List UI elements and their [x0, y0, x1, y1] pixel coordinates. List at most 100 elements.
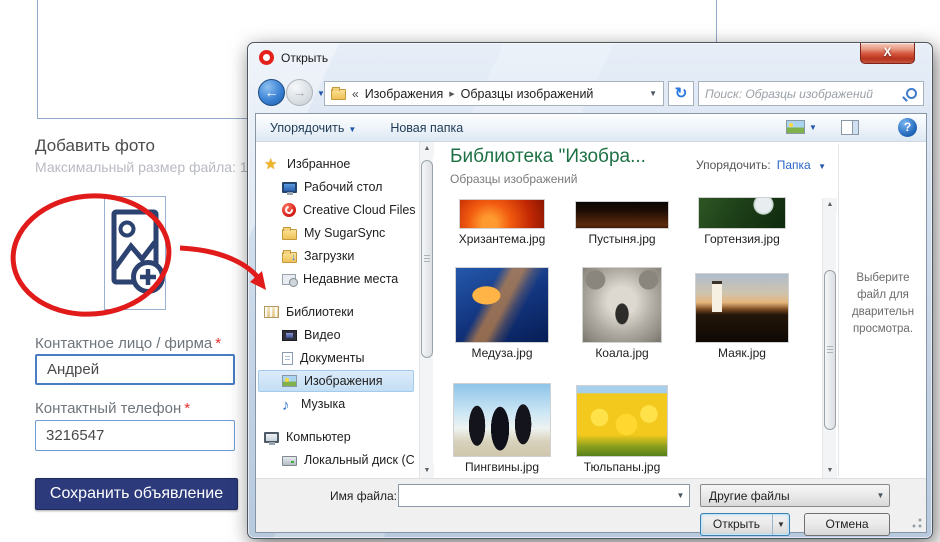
preview-pane-message: Выберите файл для дварительн просмотра. [840, 270, 926, 338]
sidebar-item-pictures[interactable]: Изображения [282, 370, 383, 392]
open-button[interactable]: Открыть ▼ [700, 513, 790, 536]
filetype-dropdown[interactable]: Другие файлы ▼ [700, 484, 890, 507]
save-ad-button[interactable]: Сохранить объявление [35, 478, 238, 510]
forward-button[interactable]: → [286, 79, 313, 106]
thumbnail-tulips [577, 386, 667, 456]
sidebar-item-video[interactable]: Видео [282, 324, 341, 346]
required-asterisk: * [184, 400, 190, 417]
contact-person-input[interactable] [35, 354, 235, 385]
new-folder-button[interactable]: Новая папка [390, 121, 463, 135]
file-tulips[interactable]: Тюльпаны.jpg [562, 382, 682, 474]
thumbnail-desert [576, 202, 668, 228]
dialog-footer: Имя файла: ▼ Другие файлы ▼ Открыть ▼ От… [256, 478, 926, 532]
file-penguins[interactable]: Пингвины.jpg [442, 382, 562, 474]
preview-pane-toggle-icon[interactable] [841, 120, 859, 135]
sidebar-item-downloads[interactable]: Загрузки [282, 245, 354, 267]
breadcrumb-pictures[interactable]: Изображения [365, 87, 444, 101]
thumbnail-lighthouse [696, 274, 788, 342]
search-box[interactable] [698, 81, 924, 106]
command-toolbar: Упорядочить▼ Новая папка ▼ ? [256, 114, 926, 142]
sidebar-item-favorites[interactable]: Избранное [264, 153, 350, 175]
arrange-by-control[interactable]: Упорядочить:Папка ▼ [696, 158, 826, 172]
recent-places-icon [282, 274, 296, 285]
search-input[interactable] [705, 87, 906, 101]
max-file-size-note: Максимальный размер файла: 1 [35, 159, 248, 175]
file-chrysanthemum[interactable]: Хризантема.jpg [442, 198, 562, 246]
add-photo-heading: Добавить фото [35, 136, 155, 156]
organize-menu[interactable]: Упорядочить▼ [270, 121, 356, 135]
arrange-by-value[interactable]: Папка ▼ [777, 158, 826, 172]
search-icon [906, 88, 917, 99]
sidebar-item-documents[interactable]: Документы [282, 347, 364, 369]
photo-upload-dropzone[interactable] [104, 196, 166, 315]
cancel-button[interactable]: Отмена [804, 513, 890, 536]
library-title: Библиотека "Изобра... [450, 146, 646, 168]
address-dropdown-icon[interactable]: ▼ [649, 89, 657, 98]
open-split-chevron-icon[interactable]: ▼ [772, 514, 789, 535]
music-note-icon [282, 397, 294, 412]
scroll-up-icon[interactable]: ▲ [823, 198, 837, 212]
sidebar-item-sugarsync[interactable]: My SugarSync [282, 222, 385, 244]
filelist-scrollbar[interactable]: ▲ ▼ [822, 198, 836, 478]
required-asterisk: * [215, 335, 221, 352]
desktop-icon [282, 182, 297, 193]
scroll-down-icon[interactable]: ▼ [823, 464, 837, 478]
resize-grip[interactable] [911, 517, 923, 529]
address-breadcrumb-bar[interactable]: « Изображения ▶ Образцы изображений ▼ [324, 81, 664, 106]
back-button[interactable]: ← [258, 79, 285, 106]
close-button[interactable]: X [860, 43, 915, 64]
file-lighthouse[interactable]: Маяк.jpg [682, 266, 802, 360]
chevron-down-icon: ▼ [809, 123, 817, 132]
thumbnail-hydrangea [699, 198, 785, 228]
crumb-arrow-icon: ▶ [449, 90, 454, 98]
contact-person-label: Контактное лицо / фирма* [35, 335, 221, 352]
disk-icon [282, 456, 297, 466]
sidebar-item-recent-places[interactable]: Недавние места [282, 268, 398, 290]
filename-label: Имя файла: [330, 489, 397, 503]
scroll-up-icon[interactable]: ▲ [420, 142, 434, 156]
downloads-icon [282, 252, 297, 263]
sidebar-item-creative-cloud[interactable]: Creative Cloud Files [282, 199, 416, 221]
thumbnails-view-icon [786, 120, 805, 134]
creative-cloud-icon [282, 203, 296, 217]
chevron-down-icon: ▼ [818, 162, 826, 171]
computer-icon [264, 432, 279, 443]
file-koala[interactable]: Коала.jpg [562, 266, 682, 360]
chevron-down-icon: ▼ [872, 491, 889, 500]
sidebar-item-music[interactable]: Музыка [282, 393, 345, 415]
contact-phone-label: Контактный телефон* [35, 400, 190, 417]
sidebar-scrollbar-thumb[interactable] [421, 160, 433, 358]
chevron-down-icon[interactable]: ▼ [672, 485, 689, 506]
filename-input[interactable] [399, 485, 672, 506]
folder-icon [282, 229, 297, 240]
change-view-button[interactable]: ▼ [786, 120, 817, 134]
thumbnail-chrysanthemum [460, 200, 544, 228]
help-button[interactable]: ? [898, 118, 917, 137]
file-desert[interactable]: Пустыня.jpg [562, 198, 682, 246]
libraries-icon [264, 306, 279, 318]
video-icon [282, 330, 297, 341]
filelist-scrollbar-thumb[interactable] [824, 270, 836, 430]
refresh-button[interactable]: ↻ [668, 81, 694, 106]
breadcrumb-sample-pictures[interactable]: Образцы изображений [461, 87, 594, 101]
file-jellyfish[interactable]: Медуза.jpg [442, 266, 562, 360]
thumbnail-penguins [454, 384, 550, 456]
dialog-content: Избранное Рабочий стол Creative Cloud Fi… [256, 142, 926, 478]
open-file-dialog: Открыть X ← → ▼ « Изображения ▶ Образцы … [247, 42, 933, 539]
sidebar-item-libraries[interactable]: Библиотеки [264, 301, 354, 323]
document-icon [282, 352, 293, 365]
scroll-down-icon[interactable]: ▼ [420, 464, 434, 478]
sidebar-scrollbar[interactable]: ▲ ▼ [419, 142, 433, 478]
sidebar-item-computer[interactable]: Компьютер [264, 426, 351, 448]
thumbnail-jellyfish [456, 268, 548, 342]
file-hydrangea[interactable]: Гортензия.jpg [682, 198, 802, 246]
contact-phone-input[interactable] [35, 420, 235, 451]
star-icon [264, 157, 280, 172]
thumbnail-koala [583, 268, 661, 342]
add-image-icon [104, 196, 166, 310]
folder-icon [331, 89, 346, 100]
chevron-down-icon: ▼ [348, 125, 356, 134]
sidebar-item-desktop[interactable]: Рабочий стол [282, 176, 382, 198]
sidebar-item-local-disk[interactable]: Локальный диск (C [282, 449, 415, 471]
filename-combo[interactable]: ▼ [398, 484, 690, 507]
